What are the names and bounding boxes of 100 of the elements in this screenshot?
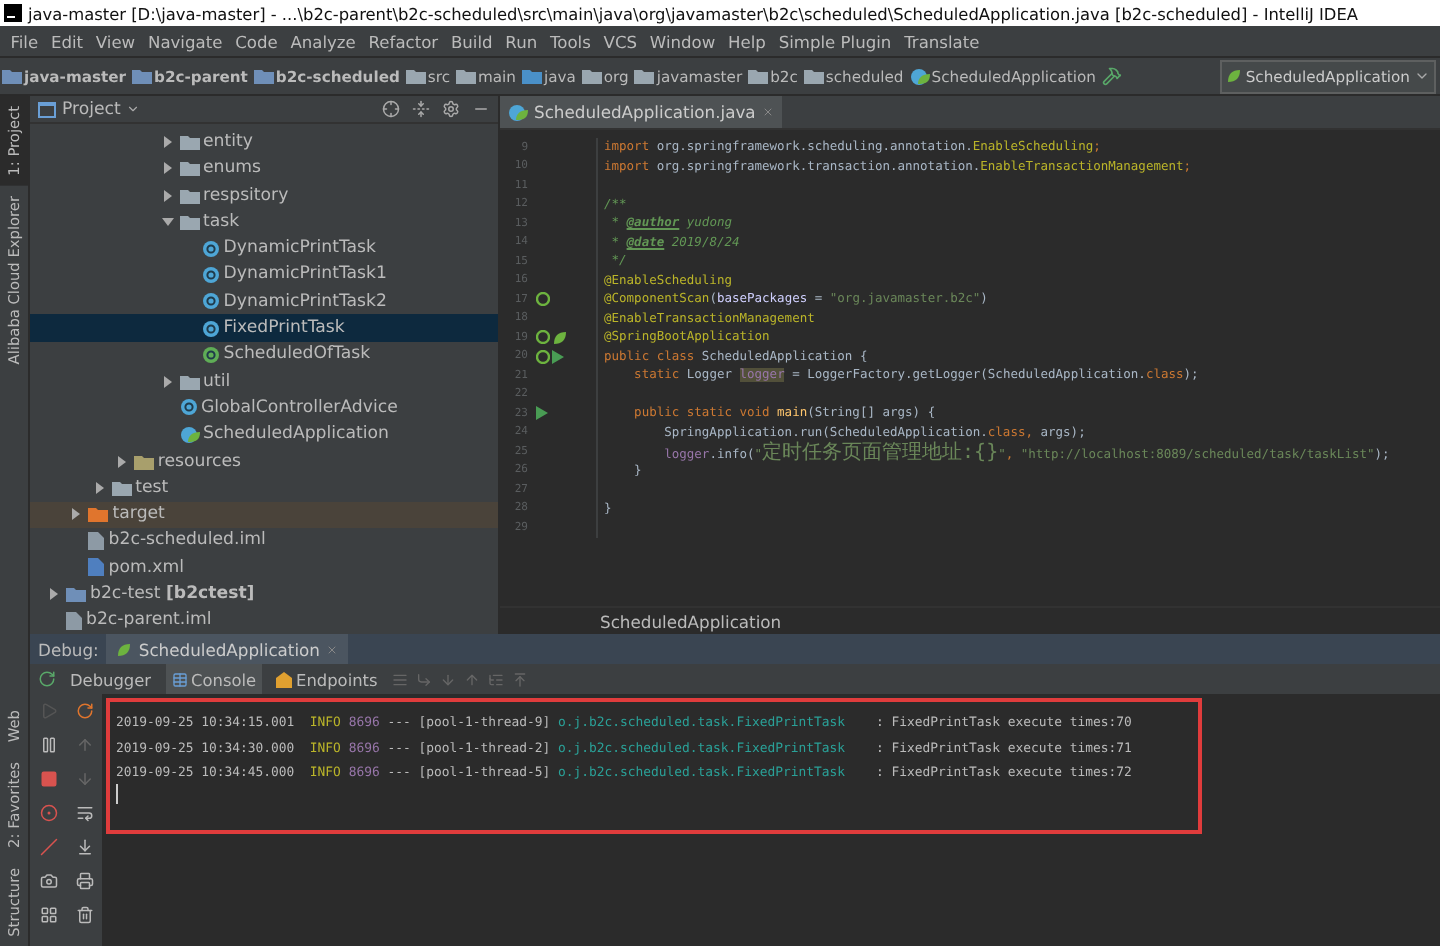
trash-icon[interactable]	[75, 906, 93, 924]
tree-item[interactable]: enums	[30, 155, 498, 182]
folder-icon	[581, 68, 602, 84]
editor-breadcrumb[interactable]: ScheduledApplication	[600, 611, 782, 631]
debug-tab[interactable]: Debugger	[64, 664, 158, 694]
folder-icon	[456, 68, 476, 84]
project-window-icon	[38, 101, 56, 118]
window-title: java-master [D:\java-master] - ...\b2c-parent\b2c-scheduled\src\main\java\org\javamaster\b2c\scheduled\ScheduledApplication.java [b2c-scheduled] - IntelliJ IDEA	[28, 3, 1359, 23]
folder-icon	[405, 68, 426, 84]
tree-item[interactable]: pom.xml	[30, 554, 498, 581]
run-icon[interactable]	[536, 406, 548, 421]
folder-icon	[748, 68, 769, 84]
spring-class-icon	[508, 103, 528, 121]
menu-item[interactable]: Translate	[897, 31, 986, 51]
locate-icon[interactable]	[382, 100, 400, 119]
menu-item[interactable]: Tools	[543, 31, 598, 51]
tree-item[interactable]: DynamicPrintTask1	[30, 261, 498, 289]
expand-arrow-icon[interactable]	[48, 588, 60, 601]
menu-item[interactable]: Run	[498, 31, 544, 51]
menu-item[interactable]: Build	[444, 31, 499, 51]
module-folder-icon	[2, 68, 22, 84]
folder-icon	[634, 68, 655, 84]
folder-icon	[803, 68, 824, 84]
mute-breakpoints-icon[interactable]	[39, 838, 57, 856]
build-hammer-icon[interactable]	[1101, 66, 1122, 86]
spring-class-icon	[179, 425, 199, 444]
interface-icon	[201, 345, 220, 364]
expand-arrow-icon[interactable]	[161, 375, 173, 388]
camera-icon[interactable]	[39, 872, 57, 890]
menu-item[interactable]: View	[89, 31, 142, 51]
expand-arrow-icon[interactable]	[70, 508, 83, 521]
tree-item[interactable]: b2c-scheduled.iml	[30, 527, 498, 555]
rerun-icon[interactable]	[38, 670, 56, 688]
menu-item[interactable]: File	[4, 31, 45, 51]
tree-item[interactable]: respsitory	[30, 181, 498, 209]
menu-item[interactable]: Simple Plugin	[772, 31, 898, 51]
panel-title: Debug:	[38, 639, 99, 659]
menu-item[interactable]: Code	[228, 31, 285, 51]
debug-tab[interactable]: Endpoints	[270, 664, 384, 694]
tree-item[interactable]: task	[30, 208, 498, 236]
debug-session-tab[interactable]: ScheduledApplication	[106, 634, 348, 664]
dropdown-caret-icon[interactable]	[126, 102, 141, 117]
breakpoints-icon[interactable]	[39, 804, 57, 822]
module-folder-icon	[132, 68, 153, 84]
leaf-icon[interactable]	[552, 329, 568, 346]
expand-arrow-icon[interactable]	[161, 136, 173, 148]
bean-icon[interactable]	[536, 292, 550, 307]
spring-leaf-icon	[1225, 68, 1242, 84]
tree-item[interactable]: GlobalControllerAdvice	[30, 394, 498, 422]
tree-item[interactable]: DynamicPrintTask2	[30, 288, 498, 315]
spring-leaf-icon	[116, 641, 133, 657]
folder-icon	[88, 506, 109, 523]
dropdown-caret-icon	[1414, 68, 1430, 84]
expand-arrow-icon[interactable]	[115, 455, 128, 468]
tree-item[interactable]: FixedPrintTask	[30, 314, 498, 342]
menu-item[interactable]: Window	[643, 31, 722, 51]
tree-item[interactable]: DynamicPrintTask	[30, 235, 498, 262]
menu-item[interactable]: Refactor	[362, 31, 445, 51]
editor-tab[interactable]: ScheduledApplication.java	[500, 96, 782, 128]
tree-item[interactable]: util	[30, 368, 498, 395]
module-folder-icon	[253, 68, 274, 84]
console-icon	[171, 671, 188, 687]
file-icon	[88, 531, 105, 550]
collapse-arrow-icon[interactable]	[161, 215, 173, 228]
endpoints-icon	[276, 671, 293, 687]
pause-icon[interactable]	[39, 736, 57, 754]
tree-item[interactable]: b2c-test [b2ctest]	[30, 580, 498, 608]
folder-icon	[111, 479, 132, 496]
module-folder-icon	[66, 586, 86, 603]
tree-item[interactable]: ScheduledOfTask	[30, 341, 498, 369]
run-icon[interactable]	[552, 349, 564, 364]
expand-arrow-icon[interactable]	[161, 162, 173, 175]
stop-icon[interactable]	[39, 770, 57, 788]
settings-icon[interactable]	[442, 100, 460, 119]
tree-item[interactable]: test	[30, 474, 498, 502]
menu-item[interactable]: VCS	[597, 31, 644, 51]
menu-item[interactable]: Analyze	[284, 31, 363, 51]
layout-icon[interactable]	[39, 906, 57, 924]
folder-icon	[521, 68, 542, 84]
debug-tab[interactable]: Console	[165, 664, 263, 694]
menu-item[interactable]: Edit	[44, 31, 90, 51]
tree-item[interactable]: resources	[30, 447, 498, 475]
tree-item[interactable]: entity	[30, 128, 498, 156]
soft-wrap-icon[interactable]	[75, 804, 93, 822]
collapse-all-icon[interactable]	[412, 100, 430, 119]
expand-arrow-icon[interactable]	[93, 481, 106, 494]
menu-item[interactable]: Navigate	[141, 31, 229, 51]
tree-item[interactable]: ScheduledApplication	[30, 421, 498, 448]
print-icon[interactable]	[75, 872, 93, 890]
restart-icon[interactable]	[75, 702, 93, 720]
folder-icon	[179, 373, 199, 390]
class-icon	[179, 398, 197, 417]
tree-item[interactable]: target	[30, 501, 498, 528]
expand-arrow-icon[interactable]	[161, 189, 173, 202]
maven-file-icon	[88, 558, 105, 577]
menu-item[interactable]: Help	[721, 31, 773, 51]
text-cursor	[116, 784, 118, 805]
tree-item[interactable]: b2c-parent.iml	[30, 607, 498, 634]
panel-title[interactable]: Project	[62, 99, 121, 120]
scroll-to-end-icon[interactable]	[75, 838, 93, 856]
